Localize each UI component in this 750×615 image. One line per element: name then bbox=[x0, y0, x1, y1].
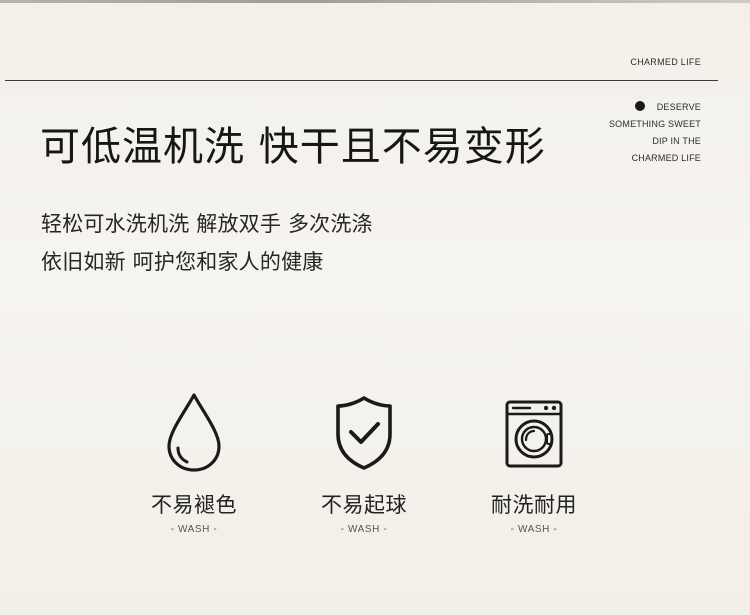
description-line-2: 依旧如新 呵护您和家人的健康 bbox=[41, 250, 324, 274]
feature-durable: 耐洗耐用 - WASH - bbox=[449, 390, 619, 535]
tagline-line-4: CHARMED LIFE bbox=[631, 153, 701, 163]
feature-title: 不易起球 bbox=[321, 493, 407, 517]
shield-check-icon bbox=[336, 396, 392, 470]
feature-subtitle: - WASH - bbox=[170, 524, 218, 535]
tagline-line-2: SOMETHING SWEET bbox=[608, 119, 701, 129]
tagline-line-3: DIP IN THE bbox=[652, 136, 701, 146]
feature-title: 耐洗耐用 bbox=[491, 493, 577, 517]
description: 轻松可水洗机洗 解放双手 多次洗涤 依旧如新 呵护您和家人的健康 bbox=[41, 205, 373, 281]
washing-machine-icon bbox=[505, 400, 563, 468]
feature-colorfast: 不易褪色 - WASH - bbox=[109, 390, 279, 535]
brand-tagline: DESERVE SOMETHING SWEET DIP IN THE CHARM… bbox=[541, 99, 701, 167]
header-divider bbox=[5, 80, 718, 81]
bullet-dot-icon bbox=[634, 101, 645, 111]
feature-anti-pilling: 不易起球 - WASH - bbox=[279, 390, 449, 535]
feature-title: 不易褪色 bbox=[151, 493, 237, 517]
page-title: 可低温机洗 快干且不易变形 bbox=[40, 124, 546, 170]
feature-subtitle: - WASH - bbox=[340, 524, 388, 535]
water-drop-icon bbox=[167, 393, 221, 472]
tagline-line-1: DESERVE bbox=[541, 99, 701, 116]
top-edge-band bbox=[0, 0, 750, 3]
description-line-1: 轻松可水洗机洗 解放双手 多次洗涤 bbox=[41, 212, 373, 236]
tagline-text-1: DESERVE bbox=[656, 102, 701, 112]
feature-subtitle: - WASH - bbox=[510, 524, 558, 535]
brand-name: CHARMED LIFE bbox=[630, 57, 701, 67]
